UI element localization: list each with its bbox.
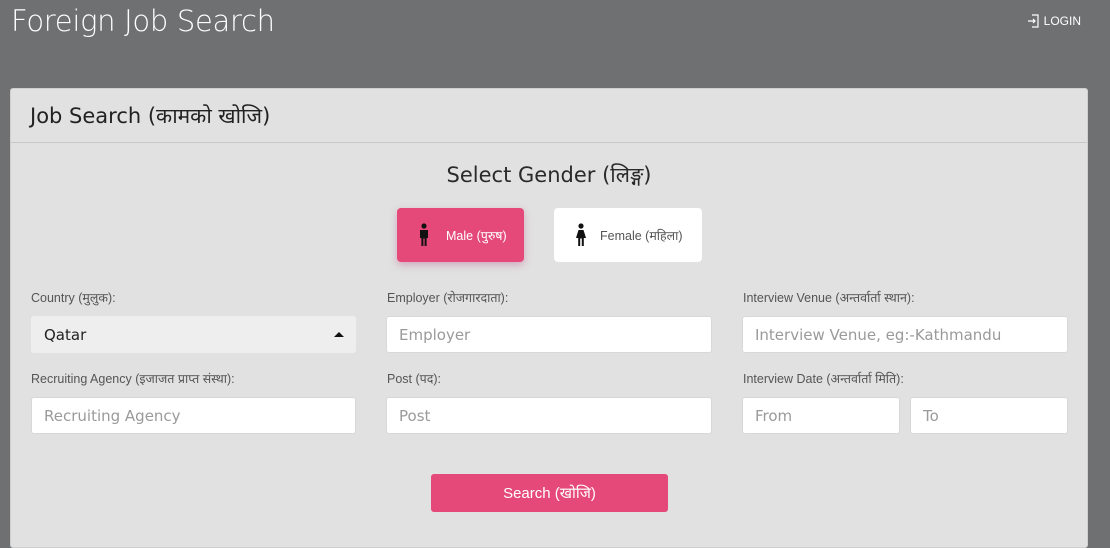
search-button[interactable]: Search (खोजि) xyxy=(431,474,668,512)
employer-input[interactable] xyxy=(386,316,712,353)
card-header: Job Search (कामको खोजि) xyxy=(11,89,1087,143)
top-bar: Foreign Job Search LOGIN xyxy=(0,0,1110,88)
login-link[interactable]: LOGIN xyxy=(1027,14,1081,28)
female-label: Female (महिला) xyxy=(600,228,683,243)
post-input[interactable] xyxy=(386,397,712,434)
country-select[interactable]: Qatar xyxy=(31,316,356,353)
gender-title: Select Gender (लिङ्ग) xyxy=(446,163,652,187)
app-title: Foreign Job Search xyxy=(11,4,275,38)
male-icon xyxy=(420,223,428,246)
date-from-input[interactable] xyxy=(742,397,900,434)
card-title: Job Search (कामको खोजि) xyxy=(30,103,271,128)
recruiting-agency-label: Recruiting Agency (इजाजत प्राप्त संस्था)… xyxy=(31,372,235,386)
country-label: Country (मुलुक): xyxy=(31,291,116,305)
sign-in-icon xyxy=(1027,14,1039,28)
male-label: Male (पुरुष) xyxy=(446,228,507,243)
male-gender-button[interactable]: Male (पुरुष) xyxy=(397,208,524,262)
interview-venue-input[interactable] xyxy=(742,316,1068,353)
female-gender-button[interactable]: Female (महिला) xyxy=(554,208,702,262)
country-value: Qatar xyxy=(44,325,87,344)
interview-date-label: Interview Date (अन्तर्वार्ता मिति): xyxy=(743,372,904,386)
employer-label: Employer (रोजगारदाता): xyxy=(387,291,509,305)
login-label: LOGIN xyxy=(1043,14,1081,28)
post-label: Post (पद): xyxy=(387,372,442,386)
female-icon xyxy=(576,223,586,246)
interview-venue-label: Interview Venue (अन्तर्वार्ता स्थान): xyxy=(743,291,915,305)
date-to-input[interactable] xyxy=(910,397,1068,434)
caret-up-icon xyxy=(334,332,344,337)
job-search-card: Job Search (कामको खोजि) Select Gender (ल… xyxy=(10,88,1088,548)
recruiting-agency-input[interactable] xyxy=(31,397,356,434)
